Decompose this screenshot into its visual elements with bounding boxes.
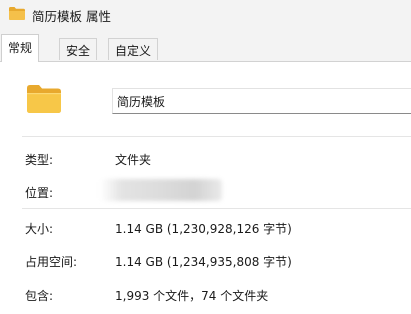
contains-label: 包含: xyxy=(25,289,54,303)
disk-size-value: 1.14 GB (1,234,935,808 字节) xyxy=(115,255,292,269)
folder-icon xyxy=(27,85,61,113)
general-panel: 类型: 文件夹 位置: 大小: 1.14 GB (1,230,928,126 字… xyxy=(0,62,411,314)
type-label: 类型: xyxy=(25,153,54,167)
disk-size-label: 占用空间: xyxy=(25,255,78,269)
separator xyxy=(22,136,411,137)
redacted-location xyxy=(100,179,222,201)
title-bar: 简历模板 属性 xyxy=(0,0,411,28)
contains-value: 1,993 个文件，74 个文件夹 xyxy=(115,289,269,303)
tab-general[interactable]: 常规 xyxy=(1,34,40,62)
tab-divider xyxy=(0,61,411,62)
tab-security[interactable]: 安全 xyxy=(59,38,98,60)
name-field[interactable] xyxy=(112,88,411,114)
type-value: 文件夹 xyxy=(115,153,152,167)
window-title: 简历模板 属性 xyxy=(32,9,111,24)
separator xyxy=(22,208,411,209)
size-label: 大小: xyxy=(25,222,54,236)
size-value: 1.14 GB (1,230,928,126 字节) xyxy=(115,222,292,236)
folder-icon xyxy=(9,7,25,20)
tab-strip: 常规 安全 自定义 xyxy=(0,28,411,62)
tab-customize[interactable]: 自定义 xyxy=(108,38,159,60)
location-label: 位置: xyxy=(25,186,54,200)
